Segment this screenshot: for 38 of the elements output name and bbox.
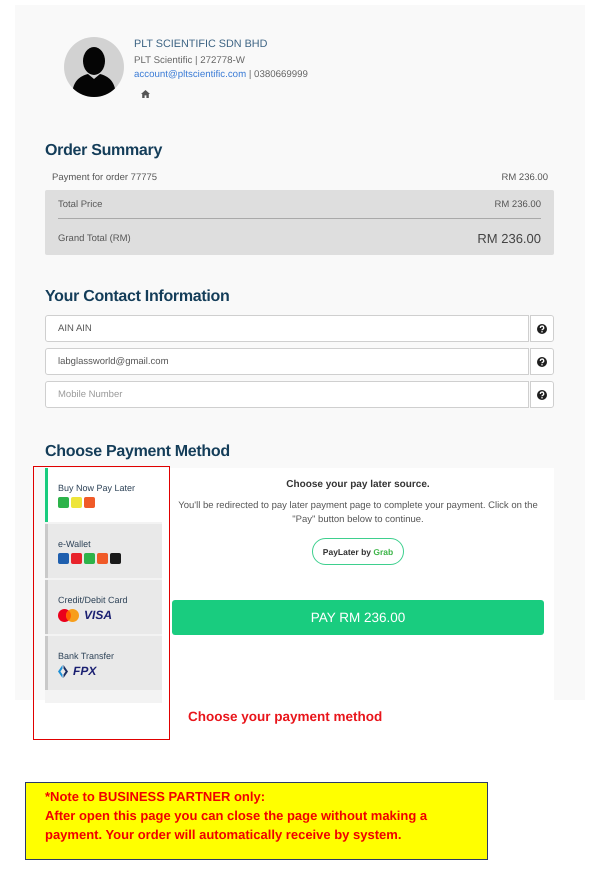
company-registration: PLT Scientific | 272778-W [134,54,246,68]
phone-number: | 0380669999 [248,69,308,80]
company-name: PLT SCIENTIFIC SDN BHD [134,37,268,51]
help-icon [537,324,547,334]
paylater-option-button[interactable]: PayLater by Grab [312,538,404,565]
input-field[interactable]: AIN AIN [45,315,529,342]
total-price-amount: RM 236.00 [494,198,541,212]
input-field[interactable]: labglassworld@gmail.com [45,348,529,375]
instruction-text: You'll be redirected to pay later payment page to complete your payment. Click on the "Pay" button below to continue. [177,499,539,527]
payment-method-tab[interactable]: Bank Transfer FPX [45,636,162,690]
avatar-icon [64,37,124,97]
payment-method-tab[interactable]: Buy Now Pay Later [45,468,162,522]
help-button[interactable] [530,348,554,375]
section-heading: Your Contact Information [45,287,230,307]
chevron-logo-icon [58,665,68,678]
section-heading: Order Summary [45,141,164,161]
help-button[interactable] [530,381,554,408]
section-heading: Choose Payment Method [45,442,231,462]
email-link[interactable]: account@pltscientific.com [134,69,246,80]
line-item-label: Payment for order 77775 [52,171,158,185]
input-field[interactable]: Mobile Number [45,381,529,408]
grand-total-label: Grand Total (RM) [58,232,131,246]
panel-heading: Choose your pay later source. [285,478,431,492]
help-icon [537,390,547,400]
annotation-caption: Choose your payment method [188,710,384,724]
total-price-label: Total Price [58,198,102,212]
line-item-amount: RM 236.00 [502,171,548,185]
help-icon [537,356,547,366]
payment-method-tab[interactable]: Credit/Debit Card VISA [45,580,162,634]
help-button[interactable] [530,315,554,342]
overlapping-circles-icon [58,609,79,622]
brand-wordmark: VISA [84,609,112,622]
payment-method-tab[interactable]: e-Wallet [45,524,162,578]
brand-wordmark: FPX [73,665,96,678]
note-title: *Note to BUSINESS PARTNER only: [45,788,266,806]
home-icon[interactable] [141,90,150,98]
note-text: After open this page you can close the page without making a payment. Your order will automatically receive by system. [45,807,428,844]
grand-total-amount: RM 236.00 [477,231,541,247]
